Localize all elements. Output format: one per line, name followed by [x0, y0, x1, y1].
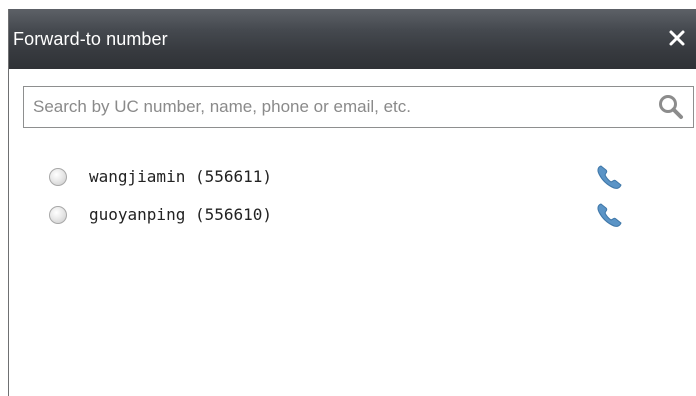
forward-to-number-dialog: Forward-to number wangjiamin (556611) [8, 9, 696, 396]
contact-radio-button[interactable] [49, 168, 67, 186]
contact-label: guoyanping (556610) [89, 205, 273, 224]
search-box [23, 86, 694, 128]
list-item[interactable]: wangjiamin (556611) [9, 159, 696, 195]
search-icon[interactable] [657, 93, 685, 121]
contact-radio-button[interactable] [49, 206, 67, 224]
list-item[interactable]: guoyanping (556610) [9, 197, 696, 233]
dialog-title: Forward-to number [13, 29, 168, 49]
phone-icon[interactable] [595, 201, 625, 229]
close-icon[interactable] [662, 23, 692, 53]
phone-icon[interactable] [595, 163, 625, 191]
dialog-titlebar[interactable]: Forward-to number [9, 9, 696, 69]
contact-label: wangjiamin (556611) [89, 167, 273, 186]
search-input[interactable] [33, 87, 643, 127]
